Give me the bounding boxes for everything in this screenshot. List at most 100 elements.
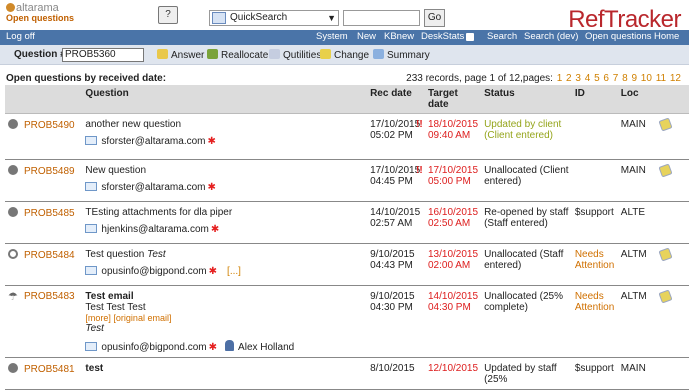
nav-item-system[interactable]: System	[316, 31, 348, 42]
page-link[interactable]: 2	[566, 73, 572, 84]
chevron-down-icon: ▼	[327, 13, 336, 23]
question-id-link[interactable]: PROB5483	[24, 291, 75, 302]
col-header-status[interactable]: Status	[481, 85, 572, 114]
target-date: 14/10/2015	[428, 291, 479, 302]
nav-bar: Log off System New KBnew DeskStats Searc…	[0, 30, 689, 45]
nav-item-search[interactable]: Search	[487, 31, 517, 42]
gear-icon	[8, 207, 18, 217]
user-id[interactable]: Needs Attention	[571, 285, 618, 358]
edit-pencil-icon[interactable]	[658, 117, 674, 132]
umbrella-icon: ☂	[8, 291, 18, 303]
top-bar: altarama Open questions ? QuickSearch ▼ …	[0, 0, 689, 33]
envelope-icon[interactable]	[85, 182, 98, 191]
page-link[interactable]: 10	[641, 73, 652, 84]
page-link[interactable]: 12	[670, 73, 681, 84]
edit-pencil-icon[interactable]	[658, 289, 674, 304]
page-link[interactable]: 9	[631, 73, 637, 84]
nav-item-kbnew[interactable]: KBnew	[384, 31, 414, 42]
question-id-link[interactable]: PROB5490	[24, 120, 75, 131]
col-header-loc[interactable]: Loc	[617, 85, 658, 114]
rec-date: 17/10/2015	[370, 119, 421, 130]
envelope-icon[interactable]	[85, 342, 98, 351]
quicksearch-input[interactable]	[343, 10, 420, 26]
nav-item-deskstats[interactable]: DeskStats	[421, 31, 464, 42]
target-date: 17/10/2015	[428, 165, 479, 176]
page-link[interactable]: 3	[575, 73, 581, 84]
location: MAIN	[617, 159, 658, 202]
user-id	[571, 113, 618, 160]
go-button[interactable]: Go	[424, 9, 445, 27]
help-icon[interactable]: ?	[158, 6, 178, 24]
altarama-logo[interactable]: altarama Open questions	[6, 2, 74, 23]
assignee-name: Alex Holland	[238, 342, 295, 353]
user-id: $support	[571, 201, 618, 244]
summary-button[interactable]: Summary	[373, 49, 430, 61]
envelope-icon[interactable]	[85, 136, 98, 145]
nav-item-open-questions[interactable]: Open questions	[585, 31, 652, 42]
question-title[interactable]: another new question	[85, 119, 364, 130]
nav-item-search-dev[interactable]: Search (dev)	[524, 31, 578, 42]
question-id-link[interactable]: PROB5484	[24, 250, 75, 261]
envelope-icon[interactable]	[85, 266, 98, 275]
col-header-actions	[657, 85, 689, 114]
reallocate-button[interactable]: Reallocate	[207, 49, 268, 61]
question-number-input[interactable]: PROB5360	[62, 48, 144, 62]
question-title[interactable]: Test email	[85, 291, 364, 302]
page-link[interactable]: 5	[594, 73, 600, 84]
page-link[interactable]: 6	[603, 73, 609, 84]
page-link[interactable]: 1	[557, 73, 563, 84]
question-title[interactable]: test	[85, 363, 364, 374]
location: MAIN	[617, 113, 658, 160]
col-header-question[interactable]: Question	[82, 85, 368, 114]
nav-logoff[interactable]: Log off	[6, 31, 35, 42]
col-header-target-date[interactable]: Target date	[425, 85, 482, 114]
client-email: hjenkins@altarama.com ✱	[85, 224, 364, 235]
qutilities-icon	[269, 49, 280, 59]
paging: 233 records, page 1 of 12,pages: 1 2 3 4…	[406, 73, 681, 84]
rec-time: 05:02 PM	[370, 130, 413, 141]
rec-time: 04:30 PM	[370, 302, 413, 313]
question-toolbar: Question # PROB5360 Answer Reallocate Qu…	[0, 45, 689, 65]
status-text: Re-opened by staff (Staff entered)	[481, 201, 572, 244]
status-text: Unallocated (Client entered)	[481, 159, 572, 202]
page-link[interactable]: 8	[622, 73, 628, 84]
target-date: 18/10/2015	[428, 119, 479, 130]
rec-time: 04:43 PM	[370, 260, 413, 271]
expand-link[interactable]: [...]	[227, 266, 241, 277]
urgent-icon: !!	[416, 119, 423, 130]
question-id-link[interactable]: PROB5489	[24, 166, 75, 177]
change-button[interactable]: Change	[320, 49, 369, 61]
target-time: 02:50 AM	[428, 218, 471, 229]
page-link[interactable]: 11	[656, 73, 666, 84]
nav-item-new[interactable]: New	[357, 31, 376, 42]
question-title[interactable]: TEsting attachments for dla piper	[85, 207, 364, 218]
table-header-row: Question Rec date Target date Status ID …	[5, 85, 689, 114]
question-body: Test Test Test	[85, 302, 146, 313]
envelope-icon[interactable]	[85, 224, 98, 233]
rec-date: 8/10/2015	[370, 363, 415, 374]
page-link[interactable]: 4	[585, 73, 591, 84]
question-note: Test	[85, 323, 104, 334]
edit-pencil-icon[interactable]	[658, 163, 674, 178]
status-text: Updated by client (Client entered)	[481, 113, 572, 160]
nav-item-home[interactable]: Home	[654, 31, 679, 42]
question-title[interactable]: Test question Test	[85, 249, 364, 260]
col-header-user-id[interactable]: ID	[571, 85, 618, 114]
quicksearch-select[interactable]: QuickSearch ▼	[209, 10, 339, 26]
rec-date: 9/10/2015	[370, 249, 415, 260]
question-id-link[interactable]: PROB5485	[24, 208, 75, 219]
question-id-link[interactable]: PROB5481	[24, 364, 75, 375]
edit-pencil-icon[interactable]	[658, 247, 674, 262]
target-time: 05:00 PM	[428, 176, 471, 187]
page-link[interactable]: 7	[613, 73, 619, 84]
question-title[interactable]: New question	[85, 165, 364, 176]
answer-button[interactable]: Answer	[157, 49, 204, 61]
target-time: 09:40 AM	[428, 130, 471, 141]
user-id[interactable]: Needs Attention	[571, 243, 618, 286]
qutilities-button[interactable]: Qutilities	[269, 49, 321, 61]
page-subtitle: Open questions	[6, 13, 75, 23]
more-links[interactable]: [more] [original email]	[85, 313, 364, 323]
table-row: PROB5485 TEsting attachments for dla pip…	[5, 201, 689, 244]
client-email: sforster@altarama.com ✱	[85, 182, 364, 193]
col-header-rec-date[interactable]: Rec date	[367, 85, 425, 114]
